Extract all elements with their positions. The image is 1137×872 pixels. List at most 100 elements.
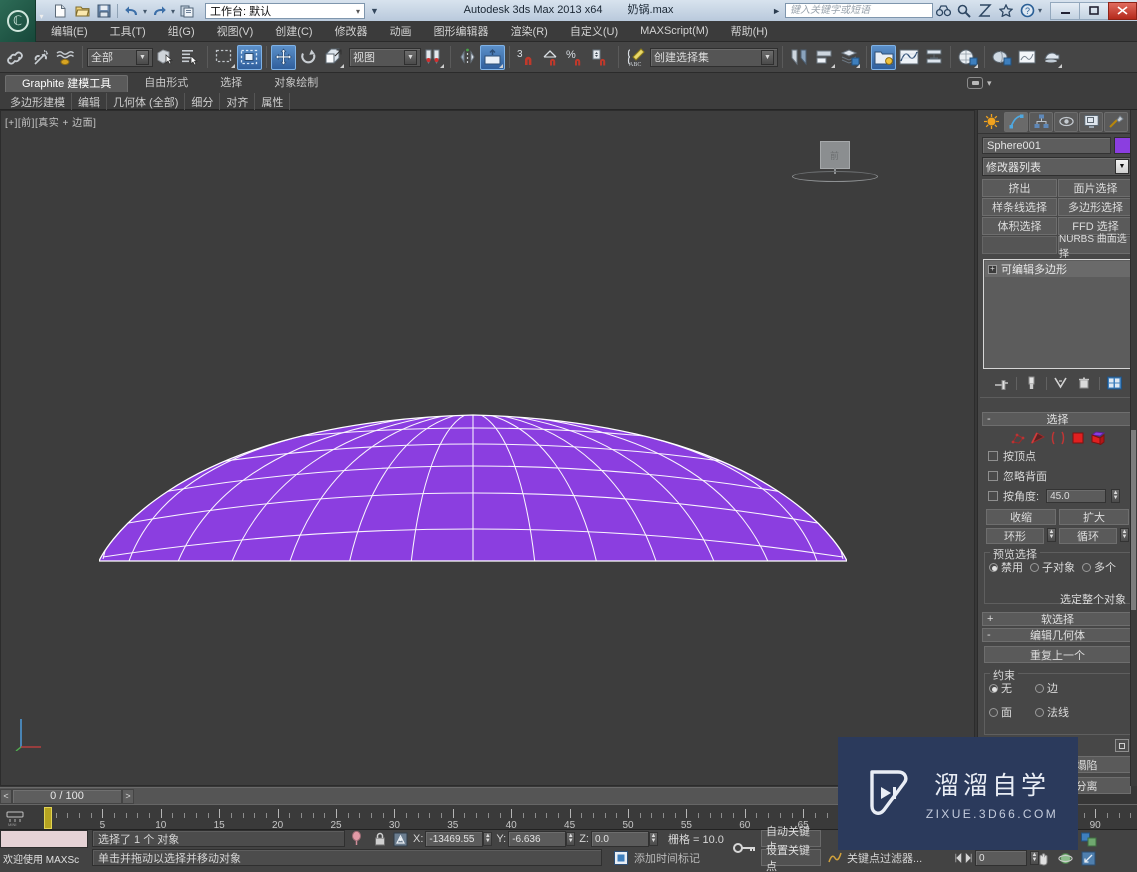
- x-coordinate-field[interactable]: -13469.55: [425, 831, 484, 847]
- save-icon[interactable]: [94, 2, 114, 20]
- vertex-icon[interactable]: [1010, 430, 1025, 445]
- z-coordinate-field[interactable]: 0.0: [590, 831, 649, 847]
- modifier-poly-select[interactable]: 多边形选择: [1058, 198, 1133, 216]
- hierarchy-tab[interactable]: [1029, 111, 1053, 132]
- repeat-last-button[interactable]: 重复上一个: [984, 646, 1131, 663]
- unlink-icon[interactable]: [28, 45, 53, 70]
- select-and-rotate-icon[interactable]: [296, 45, 321, 70]
- current-frame-display[interactable]: 0 / 100: [12, 788, 122, 804]
- render-setup-icon[interactable]: [989, 45, 1014, 70]
- chevron-right-icon[interactable]: ►: [772, 6, 781, 16]
- time-slider-handle[interactable]: [44, 807, 52, 829]
- window-crossing-toggle[interactable]: [237, 44, 262, 70]
- maximize-viewport-icon[interactable]: [1078, 849, 1099, 867]
- sphere-dome-mesh[interactable]: [99, 409, 847, 564]
- border-icon[interactable]: [1050, 430, 1065, 445]
- maximize-button[interactable]: [1079, 1, 1108, 20]
- key-filters-icon[interactable]: [826, 850, 843, 867]
- y-spinner[interactable]: ▲ ▼: [566, 832, 576, 846]
- modifier-vol-select[interactable]: 体积选择: [982, 217, 1057, 235]
- stack-item-editable-poly[interactable]: + 可编辑多边形: [985, 261, 1130, 277]
- loop-spinner[interactable]: ▲ ▼: [1120, 528, 1129, 542]
- pan-icon[interactable]: [1032, 849, 1053, 867]
- menu-graph-editors[interactable]: 图形编辑器: [423, 21, 500, 41]
- named-selection-set-combo[interactable]: 创建选择集 ▼: [650, 47, 778, 67]
- minimize-button[interactable]: [1050, 1, 1079, 20]
- angle-spinner[interactable]: ▲ ▼: [1111, 489, 1121, 503]
- exchange-icon[interactable]: [975, 2, 996, 19]
- panel-align[interactable]: 对齐: [220, 92, 256, 111]
- make-unique-icon[interactable]: [1053, 375, 1070, 392]
- tab-freeform[interactable]: 自由形式: [128, 75, 204, 92]
- radio-constraint-none[interactable]: [989, 683, 998, 693]
- scene-explorer-icon[interactable]: [871, 44, 896, 70]
- select-by-name-icon[interactable]: [178, 45, 203, 70]
- angle-value-field[interactable]: 45.0: [1046, 489, 1107, 503]
- selection-lock-icon[interactable]: [371, 830, 388, 847]
- edit-named-selection-sets-icon[interactable]: ABC: [623, 45, 648, 70]
- panel-properties[interactable]: 属性: [255, 92, 291, 111]
- menu-views[interactable]: 视图(V): [206, 21, 265, 41]
- modifier-empty-slot[interactable]: [982, 236, 1057, 254]
- menu-tools[interactable]: 工具(T): [99, 21, 157, 41]
- mirror-icon[interactable]: [455, 45, 480, 70]
- use-pivot-point-center-icon[interactable]: [421, 45, 446, 70]
- element-icon[interactable]: [1090, 430, 1105, 445]
- create-tab[interactable]: [979, 111, 1003, 132]
- menu-animation[interactable]: 动画: [379, 21, 423, 41]
- spinner-snap-toggle-icon[interactable]: [589, 45, 614, 70]
- close-button[interactable]: [1108, 1, 1137, 20]
- rollout-header-selection[interactable]: - 选择: [982, 412, 1133, 426]
- checkbox-by-angle[interactable]: 按角度: 45.0 ▲ ▼: [978, 486, 1137, 506]
- snaps-toggle-icon[interactable]: 3: [514, 45, 539, 70]
- ring-spinner[interactable]: ▲ ▼: [1047, 528, 1056, 542]
- bind-spacewarp-icon[interactable]: [53, 45, 78, 70]
- menu-help[interactable]: 帮助(H): [720, 21, 779, 41]
- tab-selection[interactable]: 选择: [204, 75, 258, 92]
- select-object-icon[interactable]: [153, 45, 178, 70]
- shrink-button[interactable]: 收缩: [986, 509, 1056, 525]
- workspace-selector[interactable]: 工作台: 默认 ▾: [205, 3, 366, 19]
- object-name-field[interactable]: Sphere001: [982, 137, 1111, 154]
- add-time-tag-icon[interactable]: [612, 850, 629, 867]
- add-time-tag-row[interactable]: 添加时间标记: [612, 849, 700, 867]
- collapse-settings-icon[interactable]: [1115, 739, 1129, 752]
- configure-modifier-sets-icon[interactable]: [1106, 375, 1123, 392]
- key-mode-toggle-icon[interactable]: [733, 832, 757, 864]
- rollout-header-soft-selection[interactable]: + 软选择: [982, 612, 1133, 626]
- absolute-relative-transform-icon[interactable]: [392, 831, 409, 848]
- curve-editor-icon[interactable]: [896, 45, 921, 70]
- tab-graphite-modeling-tools[interactable]: Graphite 建模工具: [5, 75, 129, 92]
- open-mini-curve-editor-icon[interactable]: MINI: [4, 810, 26, 826]
- schematic-view-icon[interactable]: [921, 45, 946, 70]
- checkbox-box[interactable]: [988, 471, 998, 481]
- align-icon[interactable]: [480, 44, 505, 70]
- chevron-down-icon[interactable]: ▼: [1115, 159, 1129, 174]
- angle-snap-toggle-icon[interactable]: [539, 45, 564, 70]
- radio-subobject[interactable]: [1030, 562, 1039, 572]
- loop-button[interactable]: 循环: [1059, 528, 1117, 544]
- panel-edit[interactable]: 编辑: [72, 92, 107, 111]
- rollout-header-edit-geometry[interactable]: - 编辑几何体: [982, 628, 1133, 642]
- undo-icon[interactable]: [121, 2, 141, 20]
- chevron-down-icon[interactable]: ▼: [136, 49, 149, 65]
- rendered-frame-window-icon[interactable]: [1014, 45, 1039, 70]
- search-input[interactable]: 键入关键字或短语: [784, 3, 933, 18]
- modifier-stack[interactable]: + 可编辑多边形: [983, 259, 1132, 369]
- app-menu-chevron-icon[interactable]: ▾: [37, 12, 46, 21]
- motion-tab[interactable]: [1054, 111, 1078, 132]
- remove-modifier-icon[interactable]: [1076, 375, 1093, 392]
- prev-frame-button[interactable]: <: [0, 788, 12, 804]
- radio-disable[interactable]: [989, 562, 998, 572]
- star-icon[interactable]: [996, 2, 1017, 19]
- viewport-label[interactable]: [+][前][真实 + 边面]: [5, 114, 96, 129]
- mirror-flyout-icon[interactable]: [787, 45, 812, 70]
- menu-modifiers[interactable]: 修改器: [324, 21, 379, 41]
- align-flyout-icon[interactable]: [812, 45, 837, 70]
- help-icon[interactable]: ?: [1017, 2, 1038, 19]
- checkbox-box[interactable]: [988, 451, 998, 461]
- show-end-result-icon[interactable]: [1023, 375, 1040, 392]
- menu-maxscript[interactable]: MAXScript(M): [629, 23, 719, 39]
- grow-button[interactable]: 扩大: [1059, 509, 1129, 525]
- key-frame-field[interactable]: 0: [975, 850, 1027, 866]
